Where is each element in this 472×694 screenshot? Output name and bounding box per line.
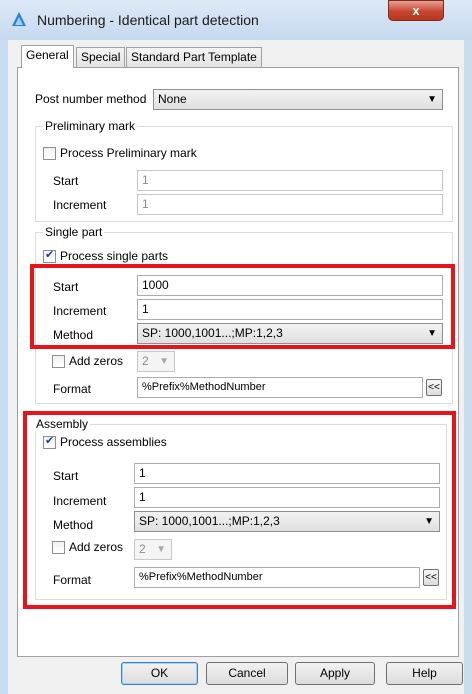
chevron-down-icon: ▼ [424, 516, 434, 527]
process-assemblies-checkbox[interactable] [43, 434, 56, 449]
assembly-add-zeros-checkbox[interactable] [52, 541, 65, 554]
single-method-value: SP: 1000,1001...;MP:1,2,3 [142, 326, 283, 340]
post-number-label: Post number method [35, 92, 147, 106]
tab-general[interactable]: General [21, 45, 74, 68]
tab-standard-part-template[interactable]: Standard Part Template [126, 47, 262, 68]
app-logo-icon [12, 12, 26, 26]
preliminary-mark-legend: Preliminary mark [43, 119, 138, 133]
dialog-window: Numbering - Identical part detection x G… [0, 0, 472, 694]
assembly-method-label: Method [53, 518, 94, 532]
close-button[interactable]: x [388, 0, 444, 21]
post-number-select[interactable]: None ▼ [153, 89, 443, 110]
assembly-legend: Assembly [34, 417, 91, 431]
assembly-format-label: Format [53, 573, 92, 587]
single-add-zeros-label: Add zeros [69, 354, 124, 368]
single-method-select[interactable]: SP: 1000,1001...;MP:1,2,3 ▼ [137, 323, 443, 344]
assembly-format-insert-button[interactable]: << [423, 569, 439, 586]
assembly-start-label: Start [53, 469, 79, 483]
single-zeros-value: 2 [142, 354, 149, 368]
single-increment-input[interactable]: 1 [137, 299, 443, 320]
assembly-add-zeros-label: Add zeros [69, 540, 124, 554]
assembly-method-select[interactable]: SP: 1000,1001...;MP:1,2,3 ▼ [134, 511, 440, 532]
preliminary-start-label: Start [53, 174, 79, 188]
title-bar[interactable]: Numbering - Identical part detection x [0, 0, 472, 40]
assembly-start-input[interactable]: 1 [134, 463, 440, 484]
single-part-legend: Single part [43, 225, 105, 239]
chevron-down-icon: ▼ [427, 328, 437, 339]
assembly-format-input[interactable]: %Prefix%MethodNumber [134, 567, 420, 588]
chevron-down-icon: ▼ [159, 356, 169, 367]
preliminary-increment-label: Increment [53, 198, 107, 212]
chevron-down-icon: ▼ [156, 544, 166, 555]
single-increment-label: Increment [53, 304, 107, 318]
single-zeros-select[interactable]: 2 ▼ [137, 351, 175, 372]
single-method-label: Method [53, 328, 94, 342]
post-number-value: None [158, 92, 187, 106]
process-preliminary-checkbox[interactable] [43, 147, 56, 160]
single-start-label: Start [53, 280, 79, 294]
cancel-button[interactable]: Cancel [206, 662, 288, 685]
process-preliminary-label: Process Preliminary mark [60, 146, 197, 160]
process-single-parts-label: Process single parts [60, 249, 169, 263]
process-assemblies-label: Process assemblies [60, 435, 167, 449]
chevron-down-icon: ▼ [427, 94, 437, 105]
single-format-insert-button[interactable]: << [426, 379, 442, 396]
assembly-method-value: SP: 1000,1001...;MP:1,2,3 [139, 514, 280, 528]
tab-special[interactable]: Special [76, 47, 126, 68]
help-button[interactable]: Help [386, 662, 463, 685]
window-title: Numbering - Identical part detection [37, 12, 259, 28]
single-start-input[interactable]: 1000 [137, 275, 443, 296]
assembly-zeros-value: 2 [139, 542, 146, 556]
apply-button[interactable]: Apply [295, 662, 375, 685]
preliminary-start-input[interactable]: 1 [137, 170, 443, 191]
ok-button[interactable]: OK [121, 662, 198, 685]
process-single-parts-checkbox[interactable] [43, 248, 56, 263]
single-format-input[interactable]: %Prefix%MethodNumber [137, 377, 423, 398]
single-format-label: Format [53, 382, 92, 396]
preliminary-increment-input[interactable]: 1 [137, 194, 443, 215]
assembly-increment-input[interactable]: 1 [134, 487, 440, 508]
assembly-zeros-select[interactable]: 2 ▼ [134, 539, 172, 560]
assembly-increment-label: Increment [53, 494, 107, 508]
single-add-zeros-checkbox[interactable] [52, 355, 65, 368]
